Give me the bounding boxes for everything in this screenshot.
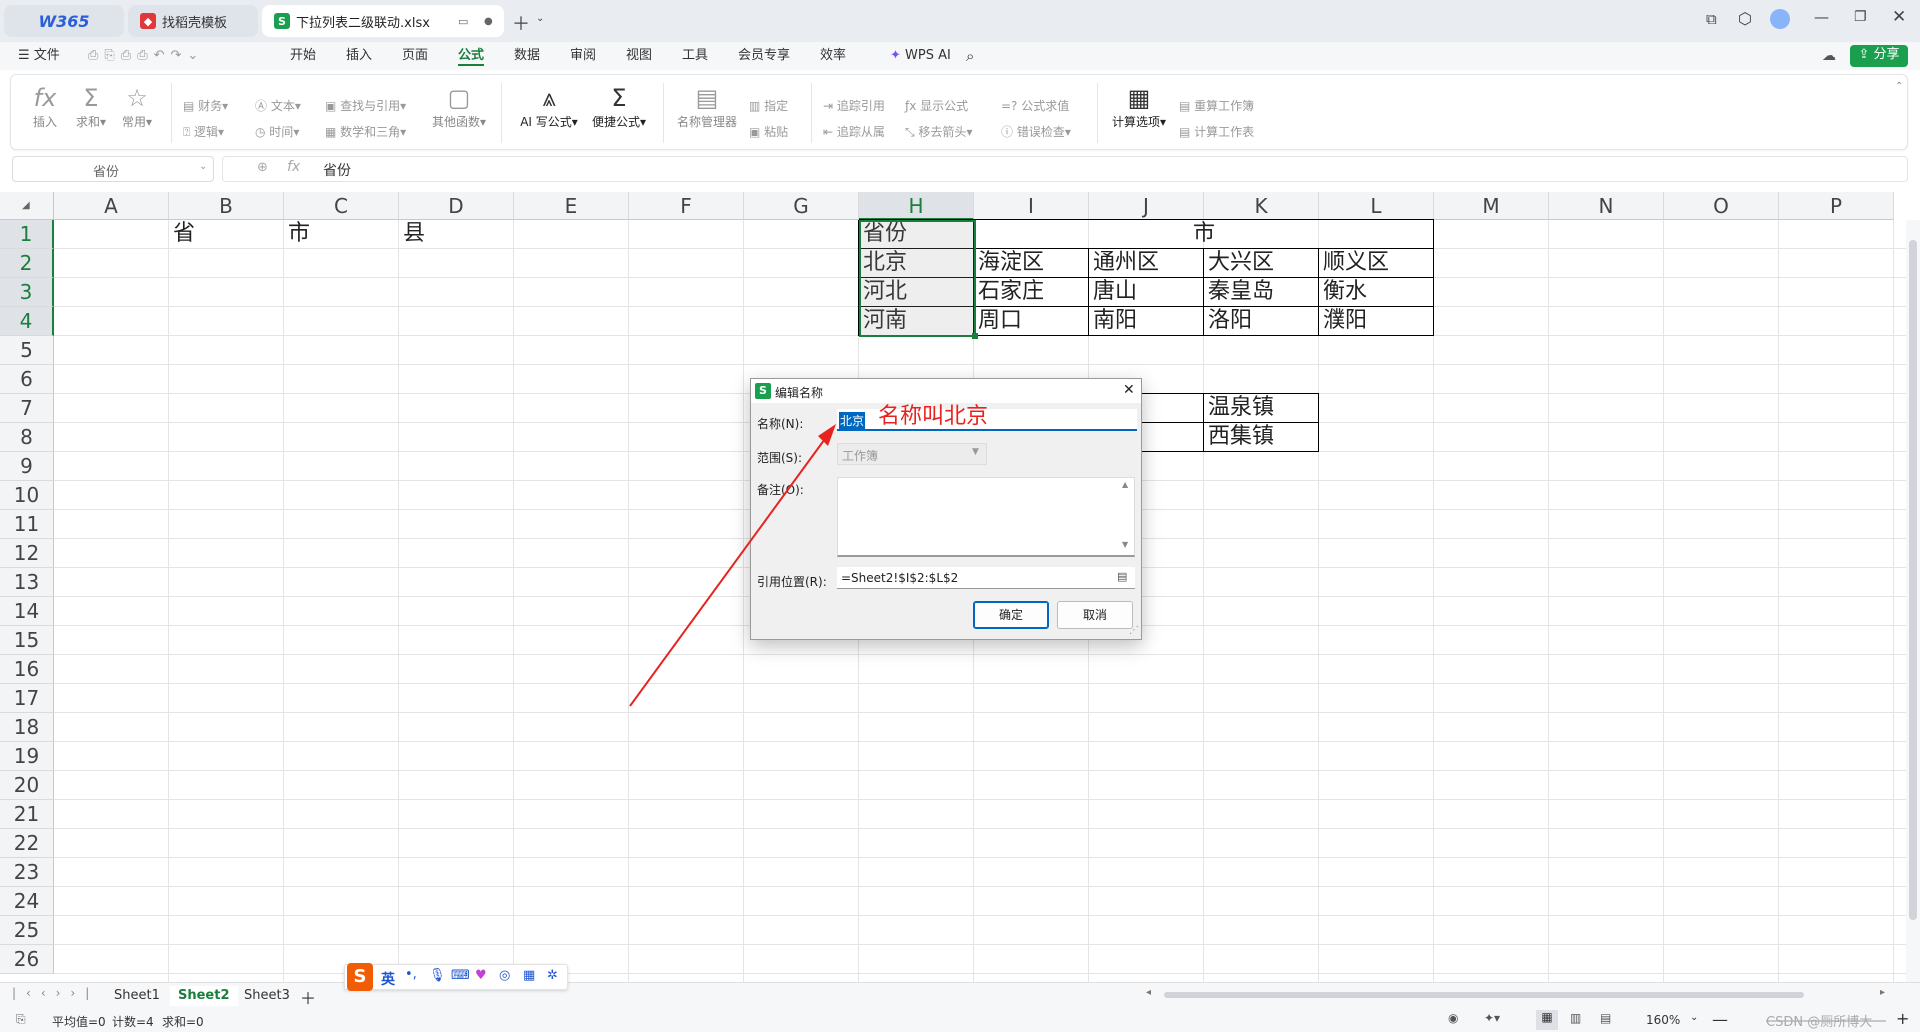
sheet-tab-1[interactable]: Sheet1 (106, 986, 168, 1006)
status-bar: ⎘ 平均值=0 计数=4 求和=0 ◉ ✦▾ ▦ ▥ ▤ 160% ⌄ — CS… (0, 1008, 1920, 1032)
chevron-down-icon[interactable]: ⌄ (1690, 1012, 1698, 1023)
scroll-right-icon[interactable]: ▸ (1880, 987, 1885, 998)
annotation-text: 名称叫北京 (878, 404, 989, 429)
keyboard-icon[interactable]: ⌨ (451, 968, 470, 983)
status-average: 平均值=0 (52, 1015, 106, 1029)
annotation-arrow-head (818, 424, 836, 446)
zoom-level[interactable]: 160% (1646, 1013, 1680, 1027)
skin-icon[interactable]: ♥ (475, 968, 487, 983)
annotation-arrow (629, 424, 836, 707)
settings-icon[interactable]: ✲ (547, 968, 558, 983)
ime-language[interactable]: 英 (381, 969, 395, 989)
sheet-nav-arrows[interactable]: |‹‹››| (12, 986, 99, 1000)
zoom-in-button[interactable]: + (1896, 1009, 1909, 1028)
scroll-left-icon[interactable]: ◂ (1146, 987, 1151, 998)
sheet-tab-bar: |‹‹››| Sheet1 Sheet2 Sheet3 ＋ ◂ ▸ (0, 982, 1920, 1008)
horizontal-scroll-thumb[interactable] (1164, 992, 1804, 998)
gamepad-icon[interactable]: ◎ (499, 968, 510, 983)
add-sheet-button[interactable]: ＋ (300, 985, 316, 1009)
horizontal-scrollbar[interactable]: ◂ ▸ (1146, 987, 1886, 1003)
normal-view-icon[interactable]: ▦ (1536, 1010, 1558, 1030)
punctuation-icon[interactable]: •, (405, 967, 417, 982)
macro-icon[interactable]: ⎘ (16, 1012, 26, 1027)
status-count: 计数=4 (112, 1015, 154, 1029)
page-layout-icon[interactable]: ▥ (1570, 1011, 1581, 1025)
sogou-logo-icon: S (347, 963, 373, 991)
page-break-icon[interactable]: ▤ (1600, 1011, 1611, 1025)
watermark: CSDN @厕所博大 (1766, 1015, 1873, 1030)
eye-icon[interactable]: ◉ (1448, 1011, 1458, 1025)
zoom-out-button[interactable]: — (1712, 1010, 1728, 1029)
annotation-arrow-line (629, 431, 831, 707)
status-sum: 求和=0 (162, 1015, 204, 1029)
apps-icon[interactable]: ▦ (523, 968, 535, 983)
ime-toolbar[interactable]: S 英 •, 🎙︎ ⌨ ♥ ◎ ▦ ✲ (344, 963, 568, 991)
sheet-tab-3[interactable]: Sheet3 (236, 986, 298, 1006)
sheet-tab-2[interactable]: Sheet2 (170, 986, 238, 1006)
gear-icon[interactable]: ✦▾ (1484, 1011, 1500, 1025)
microphone-icon[interactable]: 🎙︎ (429, 968, 446, 983)
